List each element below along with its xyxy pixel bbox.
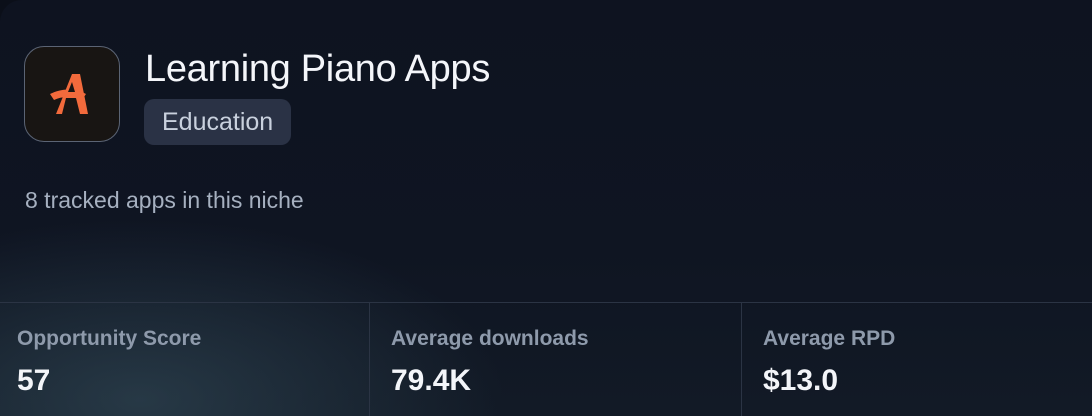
niche-summary-card: Learning Piano Apps Education 8 tracked …: [0, 0, 1092, 416]
stat-average-rpd: Average RPD $13.0: [741, 303, 1092, 416]
stat-label: Opportunity Score: [17, 327, 202, 350]
stylized-a-logo-icon: [50, 74, 88, 114]
stat-opportunity-score: Opportunity Score 57: [0, 303, 369, 416]
tracked-apps-count: 8 tracked apps in this niche: [25, 187, 304, 213]
app-icon: [24, 46, 120, 142]
category-badge[interactable]: Education: [144, 99, 292, 145]
stats-row: Opportunity Score 57 Average downloads 7…: [0, 302, 1092, 416]
niche-title: Learning Piano Apps: [145, 48, 491, 90]
stat-average-downloads: Average downloads 79.4K: [369, 303, 741, 416]
stat-label: Average downloads: [391, 327, 589, 350]
stat-value: $13.0: [763, 364, 839, 397]
stat-label: Average RPD: [763, 327, 896, 350]
stat-value: 57: [17, 364, 51, 397]
stat-value: 79.4K: [391, 364, 472, 397]
